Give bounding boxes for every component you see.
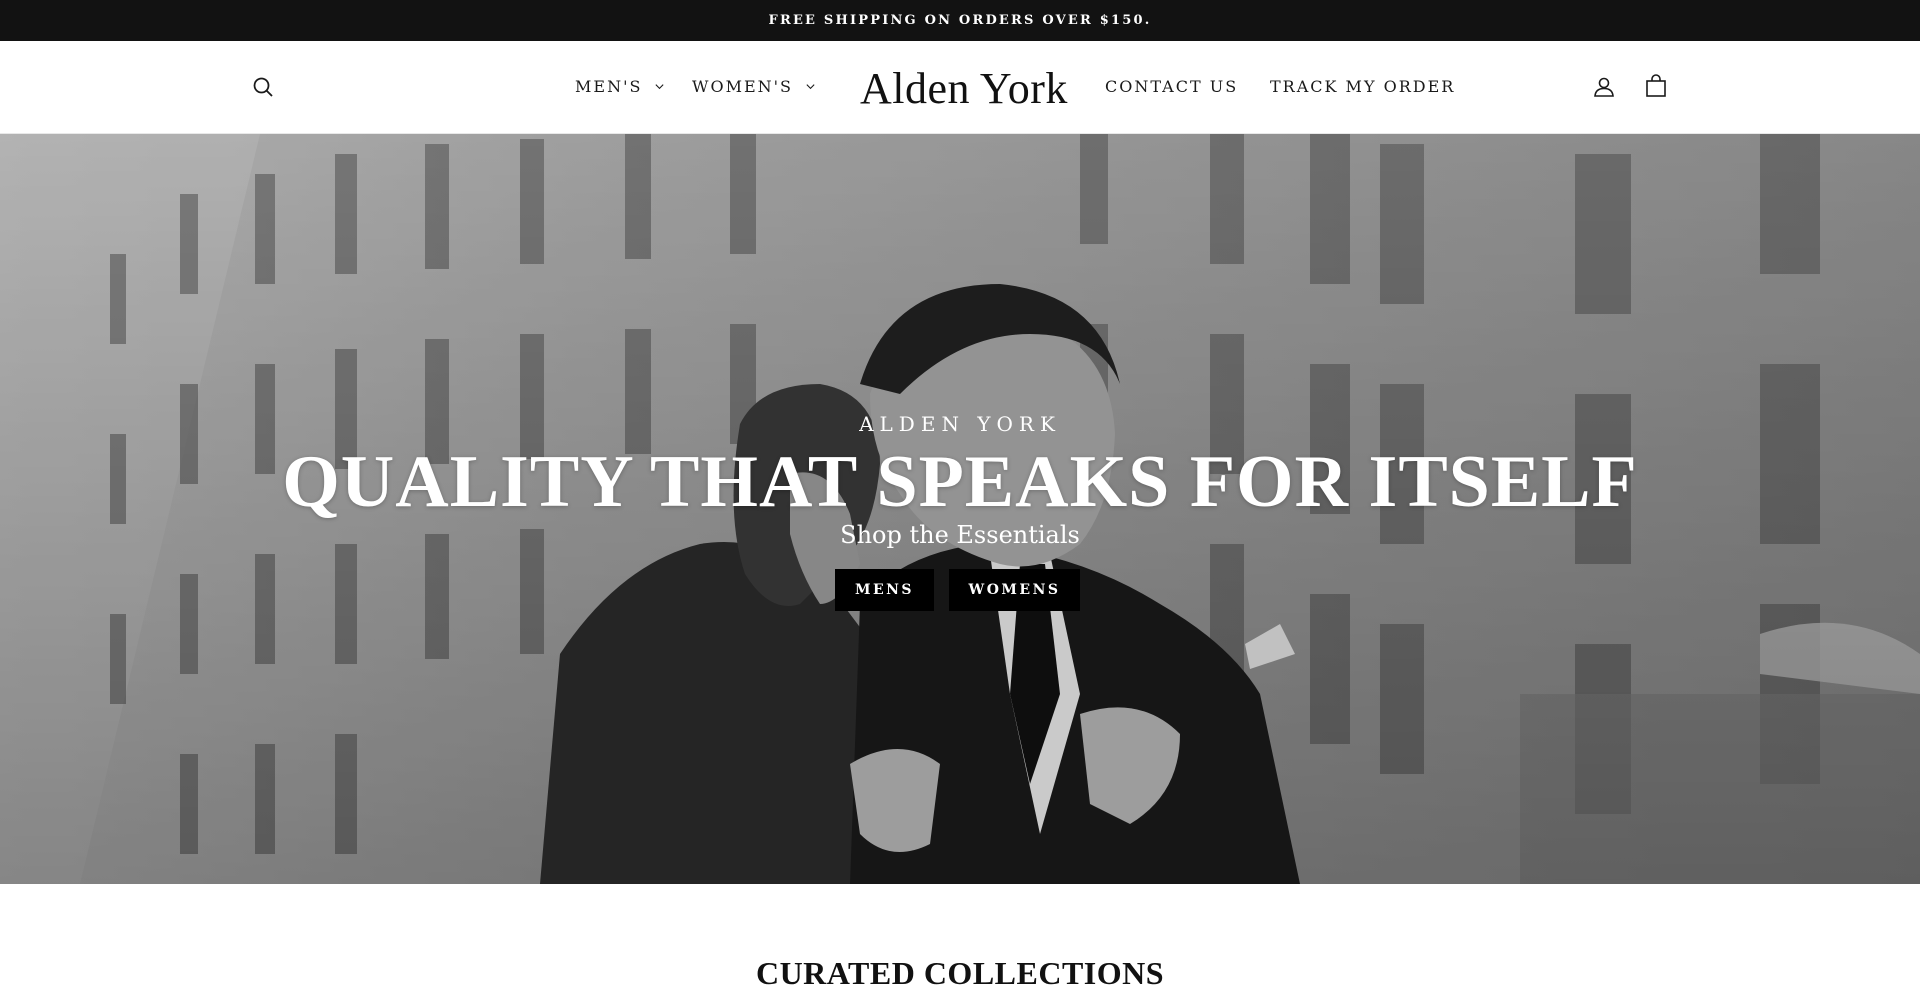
nav-womens[interactable]: WOMEN'S bbox=[692, 77, 816, 96]
shop-womens-button[interactable]: WOMENS bbox=[949, 569, 1080, 611]
cart-button[interactable] bbox=[1641, 71, 1671, 101]
user-icon bbox=[1594, 77, 1614, 97]
nav-mens-label: MEN'S bbox=[575, 77, 643, 96]
curated-collections-title: CURATED COLLECTIONS bbox=[755, 955, 1165, 991]
nav-womens-label: WOMEN'S bbox=[692, 77, 793, 96]
search-button[interactable] bbox=[248, 72, 278, 102]
shopping-bag-icon bbox=[1646, 74, 1666, 97]
nav-mens[interactable]: MEN'S bbox=[575, 77, 665, 96]
site-logo[interactable]: Alden York bbox=[860, 63, 1067, 114]
hero-banner: ALDEN YORK QUALITY THAT SPEAKS FOR ITSEL… bbox=[0, 134, 1920, 884]
nav-contact-us[interactable]: CONTACT US bbox=[1105, 77, 1238, 96]
nav-track-order[interactable]: TRACK MY ORDER bbox=[1270, 77, 1455, 96]
search-icon bbox=[253, 77, 273, 97]
hero-subtitle: Shop the Essentials bbox=[840, 521, 1080, 549]
chevron-down-icon bbox=[805, 81, 816, 92]
chevron-down-icon bbox=[654, 81, 665, 92]
hero-eyebrow: ALDEN YORK bbox=[859, 412, 1061, 436]
site-header: MEN'S WOMEN'S Alden York CONTACT US TRAC… bbox=[0, 41, 1920, 134]
hero-title: QUALITY THAT SPEAKS FOR ITSELF bbox=[282, 441, 1638, 523]
shop-mens-button[interactable]: MENS bbox=[835, 569, 934, 611]
announcement-bar: FREE SHIPPING ON ORDERS OVER $150. bbox=[0, 0, 1920, 41]
account-button[interactable] bbox=[1589, 72, 1619, 102]
announcement-text: FREE SHIPPING ON ORDERS OVER $150. bbox=[768, 13, 1152, 28]
